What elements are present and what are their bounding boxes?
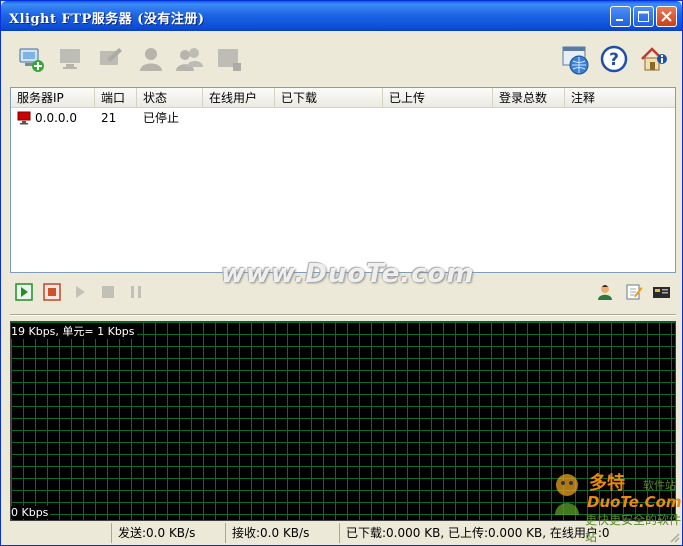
global-options-icon <box>562 46 589 75</box>
minimize-button[interactable] <box>610 6 631 27</box>
column-header-port[interactable]: 端口 <box>95 88 137 108</box>
column-header-login-count[interactable]: 登录总数 <box>493 88 565 108</box>
column-header-status[interactable]: 状态 <box>137 88 203 108</box>
window-title: Xlight FTP服务器 (没有注册) <box>9 12 205 27</box>
minimize-icon <box>616 19 623 21</box>
play-button[interactable] <box>71 283 89 301</box>
server-stopped-icon <box>17 111 31 125</box>
remove-server-button[interactable] <box>57 45 85 73</box>
column-header-uploaded[interactable]: 已上传 <box>383 88 493 108</box>
stop-icon <box>43 283 61 301</box>
table-row[interactable]: 0.0.0.0 21 已停止 <box>11 109 675 127</box>
edit-note-icon <box>626 284 643 300</box>
watermark-logo-name: 多特 <box>589 473 625 494</box>
svg-text:?: ? <box>609 50 619 70</box>
column-header-online-users[interactable]: 在线用户 <box>203 88 275 108</box>
edit-note-button[interactable] <box>625 283 643 301</box>
watermark-logo-slogan: 更快更安全的软件站 <box>585 513 682 544</box>
close-button[interactable] <box>656 6 677 27</box>
pause-icon <box>131 286 141 298</box>
start-server-button[interactable] <box>15 283 33 301</box>
settings-icon <box>218 49 241 71</box>
stop-server-button[interactable] <box>43 283 61 301</box>
cell-ip: 0.0.0.0 <box>11 109 95 127</box>
add-server-icon <box>19 48 44 72</box>
server-table[interactable]: 服务器IP 端口 状态 在线用户 已下载 已上传 登录总数 注释 0.0.0.0… <box>10 87 676 273</box>
help-icon: ? <box>600 45 628 73</box>
play-icon <box>76 286 85 298</box>
app-window: Xlight FTP服务器 (没有注册) ? 服务器IP 端口 状态 在线用户 … <box>0 0 683 546</box>
cell-status: 已停止 <box>143 111 180 125</box>
maximize-button[interactable] <box>633 6 654 27</box>
settings-button[interactable] <box>215 45 243 73</box>
server-ip-text: 0.0.0.0 <box>35 111 77 125</box>
column-header-note[interactable]: 注释 <box>565 88 675 108</box>
watermark-logo-suffix: 软件站 <box>643 479 676 492</box>
watermark-logo: 多特 软件站 DuoTe.Com 更快更安全的软件站 <box>549 467 682 544</box>
edit-server-icon <box>100 48 122 65</box>
user-manager-button[interactable] <box>596 283 614 301</box>
graph-scale-bottom: 0 Kbps <box>11 506 51 519</box>
separator <box>10 314 676 316</box>
toolbar: ? <box>1 32 682 86</box>
edit-server-button[interactable] <box>97 45 125 73</box>
global-options-button[interactable] <box>561 45 589 75</box>
watermark-text: www.DuoTe.com <box>221 259 475 289</box>
graph-scale-top: 19 Kbps, 单元= 1 Kbps <box>11 323 137 339</box>
column-header-ip[interactable]: 服务器IP <box>11 88 95 108</box>
maximize-icon <box>638 11 649 22</box>
group-button[interactable] <box>175 45 203 73</box>
cell-port: 21 <box>101 111 117 125</box>
status-receive-rate: 接收:0.0 KB/s <box>225 523 337 543</box>
home-info-icon <box>641 47 667 71</box>
help-button[interactable]: ? <box>600 45 628 73</box>
add-server-button[interactable] <box>17 45 45 73</box>
stop-square-button[interactable] <box>99 283 117 301</box>
start-icon <box>15 283 33 301</box>
home-info-button[interactable] <box>640 45 668 73</box>
log-icon <box>653 287 670 298</box>
watermark-logo-domain: DuoTe.Com <box>587 493 682 511</box>
close-icon <box>661 11 672 22</box>
log-button[interactable] <box>652 283 670 301</box>
pause-button[interactable] <box>127 283 145 301</box>
user-button[interactable] <box>137 45 165 73</box>
table-header: 服务器IP 端口 状态 在线用户 已下载 已上传 登录总数 注释 <box>11 88 675 108</box>
user-manager-icon <box>598 285 612 300</box>
status-send-rate: 发送:0.0 KB/s <box>111 523 223 543</box>
group-icon <box>176 48 203 71</box>
column-header-downloaded[interactable]: 已下载 <box>275 88 383 108</box>
stop-square-icon <box>102 286 114 298</box>
title-bar[interactable]: Xlight FTP服务器 (没有注册) <box>1 1 682 31</box>
mascot-icon <box>555 474 579 515</box>
user-icon <box>140 48 162 71</box>
remove-server-icon <box>60 49 80 69</box>
